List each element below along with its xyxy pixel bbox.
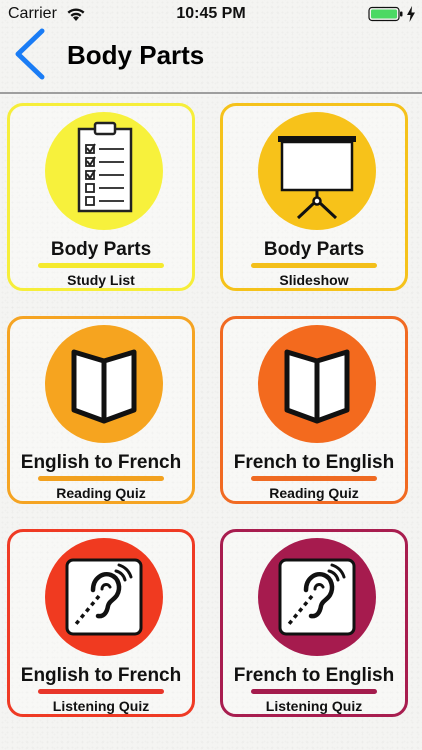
open-book-icon <box>71 349 137 424</box>
menu-grid: Body Parts Study List Body Parts Slidesh… <box>0 100 422 750</box>
chevron-left-icon <box>15 28 45 80</box>
english-to-french-reading-card[interactable]: English to French Reading Quiz <box>7 316 195 504</box>
card-underline <box>251 263 377 268</box>
card-title: English to French <box>20 665 182 686</box>
study-list-card[interactable]: Body Parts Study List <box>7 103 195 291</box>
page-title: Body Parts <box>67 40 205 70</box>
card-title: English to French <box>20 452 182 473</box>
charging-icon <box>407 6 415 22</box>
card-subtitle: Reading Quiz <box>269 485 359 501</box>
card-subtitle: Listening Quiz <box>52 698 150 714</box>
nav-bar: Body Parts <box>0 28 422 90</box>
clock: 10:45 PM <box>176 5 246 22</box>
card-subtitle: Reading Quiz <box>56 485 146 501</box>
slideshow-card[interactable]: Body Parts Slideshow <box>220 103 408 291</box>
card-subtitle: Study List <box>67 272 135 288</box>
card-title: French to English <box>233 665 395 686</box>
header-divider <box>0 92 422 94</box>
card-subtitle: Listening Quiz <box>265 698 363 714</box>
card-underline <box>38 263 164 268</box>
hearing-ear-icon <box>65 558 143 636</box>
card-underline <box>251 689 377 694</box>
hearing-ear-icon <box>278 558 356 636</box>
clipboard-checklist-icon <box>77 121 133 213</box>
card-underline <box>38 689 164 694</box>
open-book-icon <box>284 349 350 424</box>
french-to-english-reading-card[interactable]: French to English Reading Quiz <box>220 316 408 504</box>
french-to-english-listening-card[interactable]: French to English Listening Quiz <box>220 529 408 717</box>
card-underline <box>251 476 377 481</box>
card-title: Body Parts <box>50 239 152 260</box>
battery-icon <box>368 6 403 22</box>
card-title: Body Parts <box>263 239 365 260</box>
card-subtitle: Slideshow <box>279 272 349 288</box>
back-button[interactable] <box>8 28 56 84</box>
english-to-french-listening-card[interactable]: English to French Listening Quiz <box>7 529 195 717</box>
projector-screen-icon <box>278 136 356 220</box>
card-underline <box>38 476 164 481</box>
status-bar: Carrier 10:45 PM <box>0 0 422 28</box>
card-title: French to English <box>233 452 395 473</box>
